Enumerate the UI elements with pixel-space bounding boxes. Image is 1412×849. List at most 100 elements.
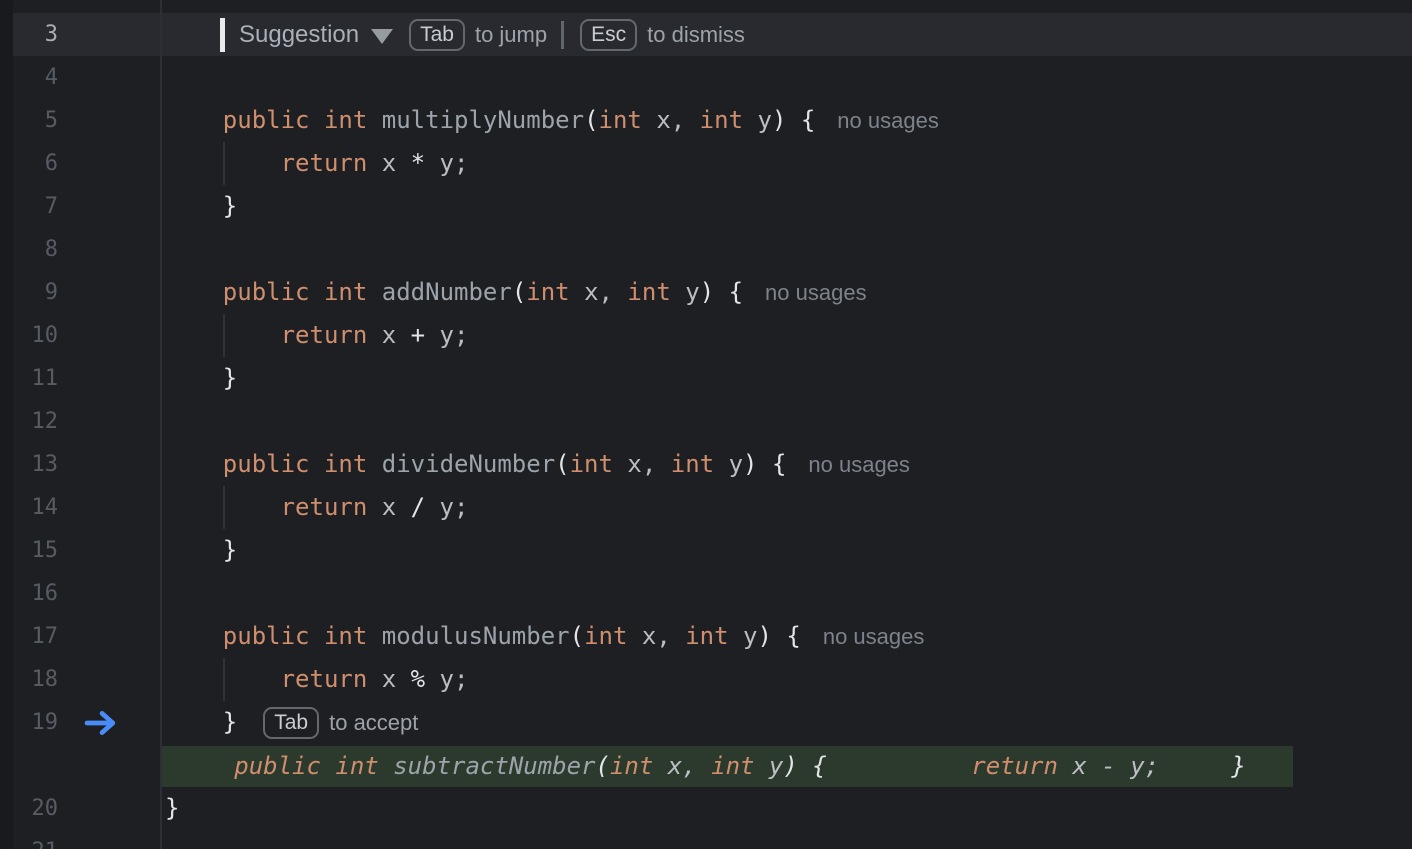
inline-suggestion-preview[interactable]: public int subtractNumber(int x, int y) … (162, 746, 1293, 787)
line-number[interactable]: 4 (13, 56, 58, 99)
code-token (310, 106, 324, 134)
code-token (1159, 752, 1231, 780)
code-token: } (223, 192, 237, 220)
code-token (165, 536, 223, 564)
code-line[interactable]: public int multiplyNumber(int x, int y) … (160, 99, 1412, 142)
line-number[interactable]: 11 (13, 357, 58, 400)
no-usages-inlay-hint: no usages (808, 452, 910, 477)
line-number[interactable]: 10 (13, 314, 58, 357)
suggestion-dropdown-label[interactable]: Suggestion (239, 21, 359, 48)
gutter-icon-area (58, 400, 160, 443)
code-line[interactable]: SuggestionTabto jumpEscto dismiss (160, 13, 1412, 57)
code-line[interactable]: }Tabto accept (160, 701, 1412, 744)
code-token: int (685, 622, 728, 650)
gutter-icon-area (58, 99, 160, 142)
line-number[interactable]: 12 (13, 400, 58, 443)
gutter-icon-area (58, 228, 160, 271)
code-line[interactable]: public int divideNumber(int x, int y) {n… (160, 443, 1412, 486)
gutter-icon-area (58, 56, 160, 99)
code-token: y (714, 450, 743, 478)
esc-key-badge: Esc (580, 19, 637, 51)
code-token: { (729, 278, 743, 306)
gutter-icon-area (58, 443, 160, 486)
gutter-icon-area (58, 357, 160, 400)
code-token: } (165, 794, 179, 822)
code-token: return (281, 149, 368, 177)
gutter-icon-area (58, 271, 160, 314)
code-token: public (223, 278, 310, 306)
code-line[interactable]: public int subtractNumber(int x, int y) … (160, 744, 1412, 787)
code-line[interactable]: return x / y; (160, 486, 1412, 529)
code-token: ( (555, 450, 569, 478)
code-token: x (367, 321, 410, 349)
code-line[interactable]: } (160, 787, 1412, 830)
code-line[interactable]: return x % y; (160, 658, 1412, 701)
editor-line-row: public int subtractNumber(int x, int y) … (13, 744, 1412, 787)
editor-line-row: 3SuggestionTabto jumpEscto dismiss (13, 13, 1412, 56)
indent-guide (223, 658, 225, 701)
code-token: ( (596, 752, 610, 780)
line-number[interactable]: 14 (13, 486, 58, 529)
code-token: ) (700, 278, 714, 306)
tab-key-badge: Tab (263, 707, 319, 739)
code-token: { (786, 622, 800, 650)
code-token: int (324, 278, 367, 306)
code-token: / (411, 493, 425, 521)
code-token (714, 278, 728, 306)
triangle-down-icon[interactable] (371, 29, 393, 44)
code-token (367, 278, 381, 306)
code-token: } (223, 536, 237, 564)
line-number[interactable]: 5 (13, 99, 58, 142)
code-line[interactable]: return x + y; (160, 314, 1412, 357)
line-number[interactable]: 16 (13, 572, 58, 615)
line-number[interactable]: 8 (13, 228, 58, 271)
gutter-icon-area (58, 572, 160, 615)
editor-line-row: 17 public int modulusNumber(int x, int y… (13, 615, 1412, 658)
code-token: y; (425, 665, 468, 693)
code-token (310, 278, 324, 306)
code-token: x - y; (1058, 752, 1159, 780)
code-token: { (772, 450, 786, 478)
editor-line-row: 20} (13, 787, 1412, 830)
key-hint-text: to jump (475, 22, 547, 47)
editor-line-row: 4 (13, 56, 1412, 99)
code-line[interactable]: return x * y; (160, 142, 1412, 185)
line-number[interactable]: 18 (13, 658, 58, 701)
line-number[interactable]: 9 (13, 271, 58, 314)
code-line[interactable]: } (160, 529, 1412, 572)
code-token (367, 450, 381, 478)
code-token: int (570, 450, 613, 478)
line-number[interactable]: 7 (13, 185, 58, 228)
line-number[interactable]: 3 (13, 13, 58, 56)
code-line[interactable]: public int modulusNumber(int x, int y) {… (160, 615, 1412, 658)
code-line[interactable]: public int addNumber(int x, int y) {no u… (160, 271, 1412, 314)
code-token: int (610, 752, 653, 780)
line-number[interactable]: 6 (13, 142, 58, 185)
gutter-icon-area (58, 787, 160, 830)
code-editor[interactable]: 3SuggestionTabto jumpEscto dismiss45 pub… (0, 0, 1412, 849)
code-line[interactable]: } (160, 185, 1412, 228)
code-token (367, 106, 381, 134)
code-token: int (627, 278, 670, 306)
code-token: return (281, 321, 368, 349)
code-token (772, 622, 786, 650)
line-number[interactable]: 17 (13, 615, 58, 658)
code-token: int (335, 752, 378, 780)
code-token (165, 708, 223, 736)
code-token (827, 752, 972, 780)
code-line[interactable]: } (160, 357, 1412, 400)
code-token: int (324, 450, 367, 478)
line-number[interactable]: 19 (13, 701, 58, 744)
line-number[interactable]: 20 (13, 787, 58, 830)
code-token: int (584, 622, 627, 650)
code-token (165, 622, 223, 650)
line-number[interactable]: 15 (13, 529, 58, 572)
line-number[interactable]: 13 (13, 443, 58, 486)
code-token: addNumber (382, 278, 512, 306)
code-token: ) (757, 622, 771, 650)
code-token: y; (425, 493, 468, 521)
code-token: int (599, 106, 642, 134)
code-token: x (367, 493, 410, 521)
hint-divider (561, 21, 564, 49)
line-number[interactable]: 21 (13, 830, 58, 849)
